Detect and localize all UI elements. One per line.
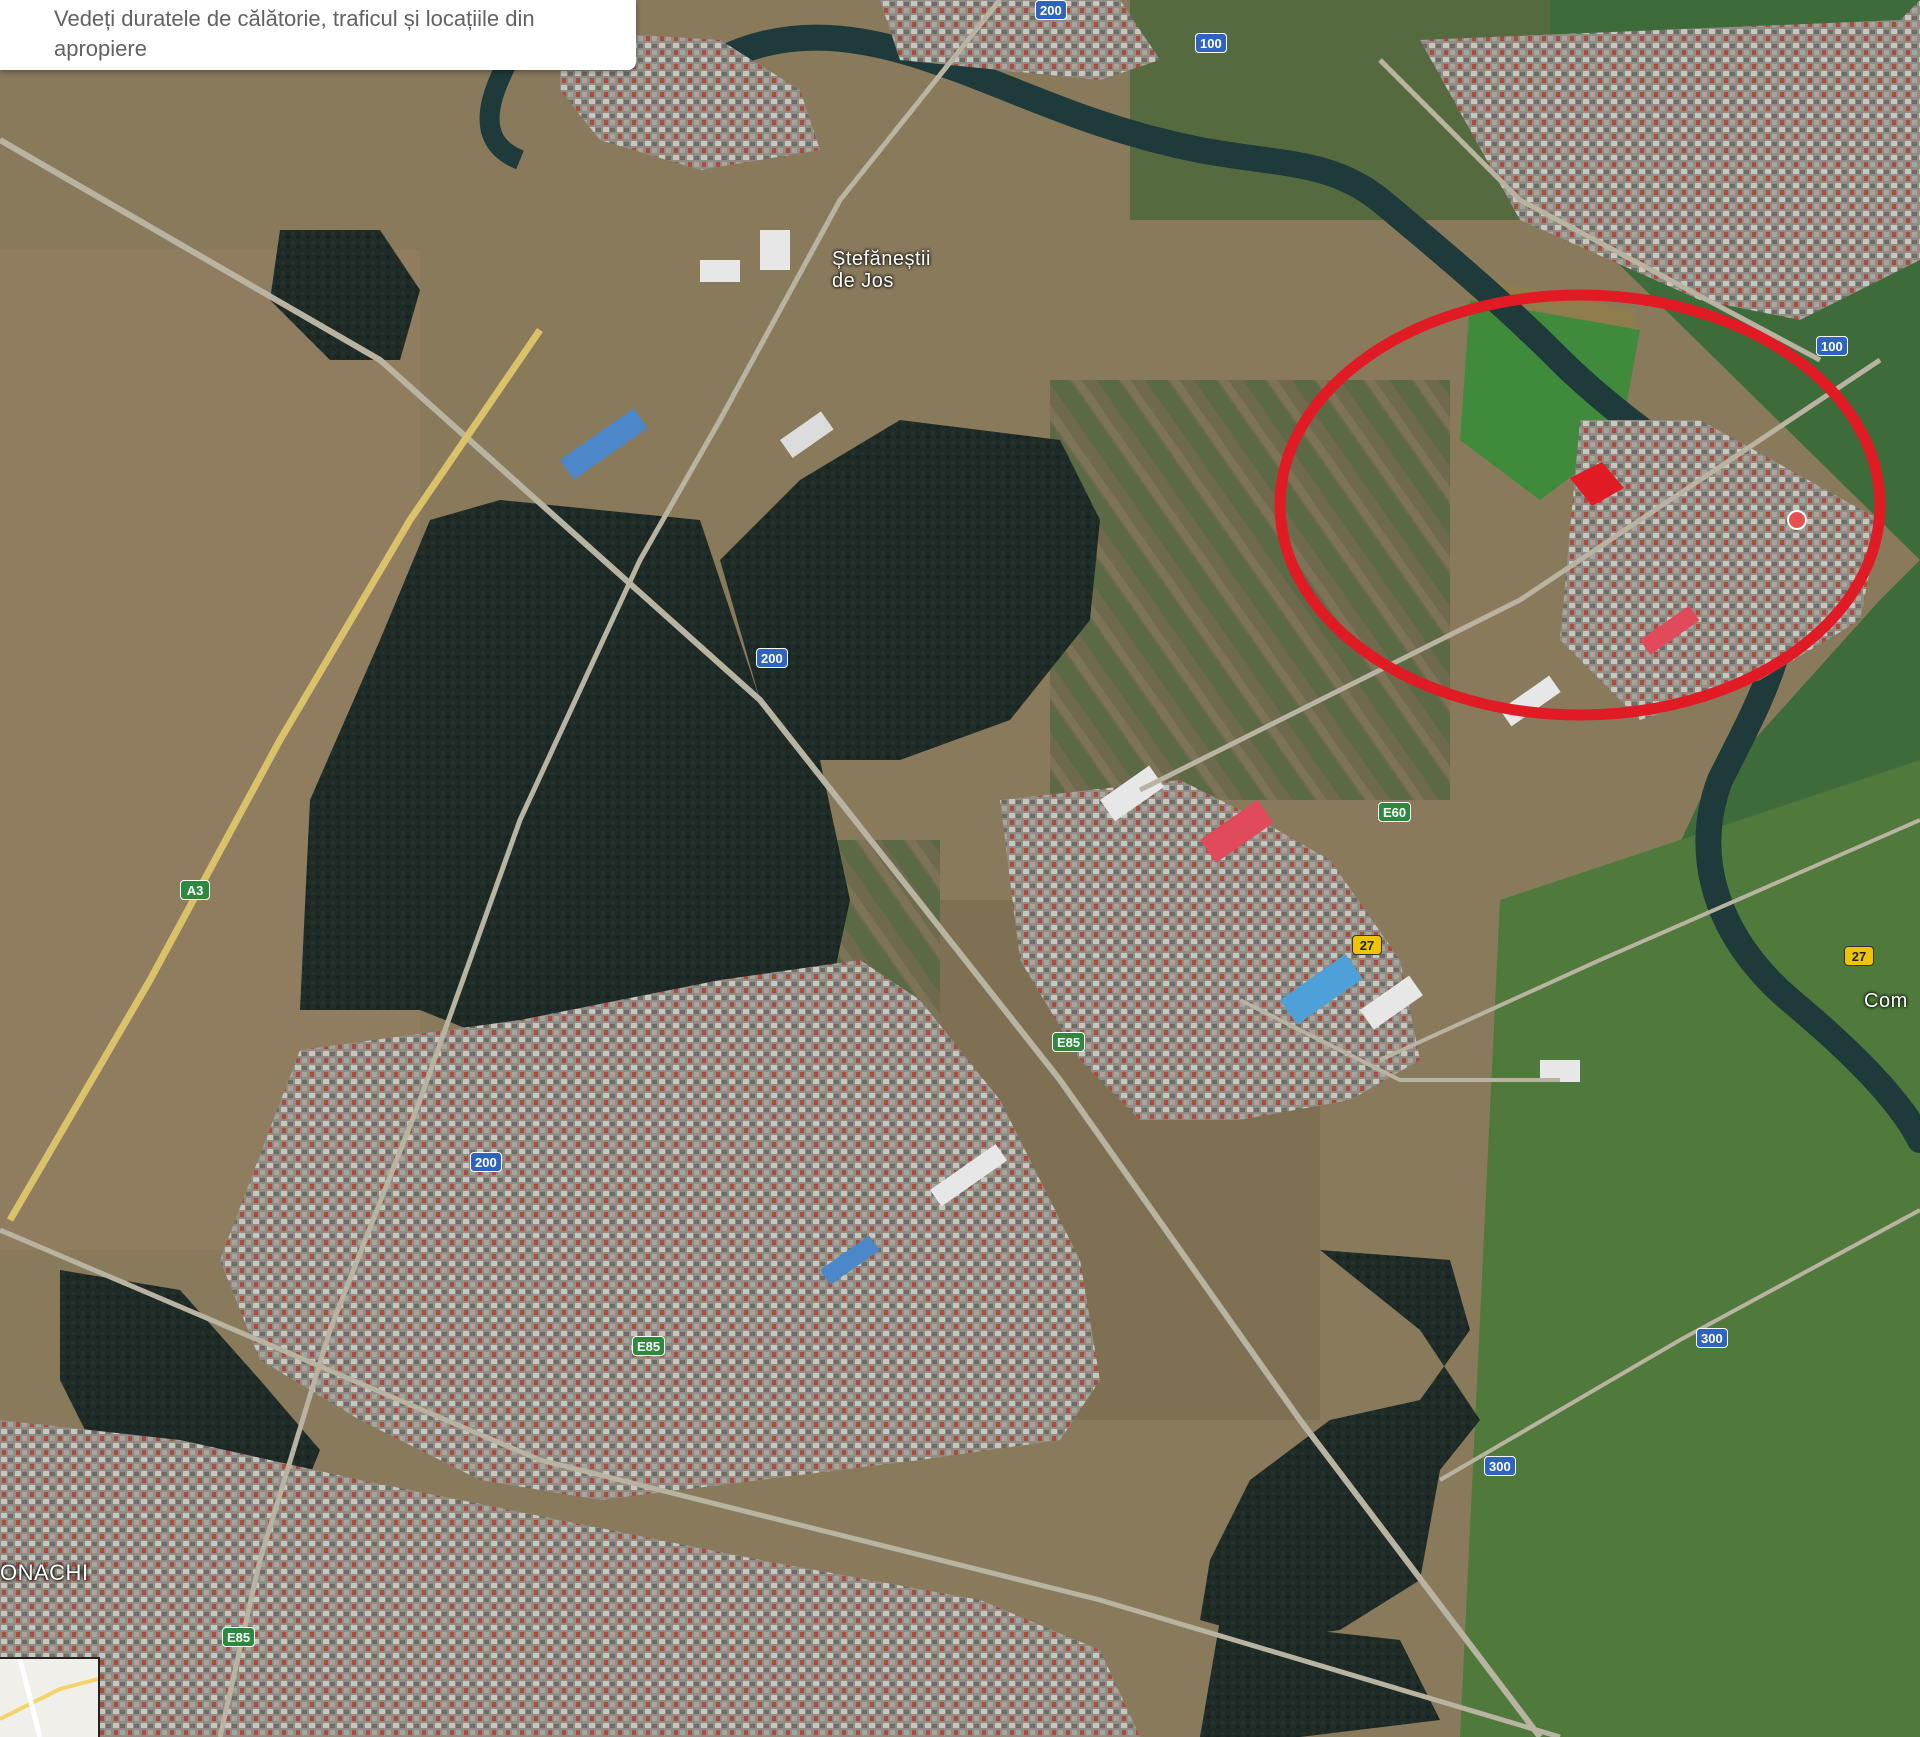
road-shield-200: 200 bbox=[470, 1152, 502, 1172]
satellite-imagery bbox=[0, 0, 1920, 1737]
place-label-com: Com bbox=[1864, 990, 1908, 1012]
road-shield-e85: E85 bbox=[632, 1336, 666, 1356]
road-shield-200: 200 bbox=[756, 648, 788, 668]
road-shield-a3: A3 bbox=[180, 880, 210, 900]
road-shield-27: 27 bbox=[1352, 935, 1382, 955]
road-shield-e85: E85 bbox=[222, 1627, 256, 1647]
layers-thumbnail-button[interactable] bbox=[0, 1657, 100, 1737]
road-shield-200: 200 bbox=[1035, 0, 1067, 20]
road-shield-e60: E60 bbox=[1378, 802, 1412, 822]
road-shield-e85: E85 bbox=[1052, 1032, 1086, 1052]
map-thumbnail-icon bbox=[0, 1658, 99, 1737]
place-label-onachi: ONACHI bbox=[0, 1560, 89, 1585]
tooltip-text: Vedeți duratele de călătorie, traficul ș… bbox=[54, 6, 535, 61]
place-label-stefanestii-de-jos: Ștefăneștii de Jos bbox=[832, 248, 931, 292]
road-shield-27: 27 bbox=[1844, 946, 1874, 966]
road-shield-100: 100 bbox=[1195, 33, 1227, 53]
tooltip-card: Vedeți duratele de călătorie, traficul ș… bbox=[0, 0, 636, 70]
map-pin-icon bbox=[1787, 510, 1807, 530]
road-shield-300: 300 bbox=[1696, 1328, 1728, 1348]
road-shield-300: 300 bbox=[1484, 1456, 1516, 1476]
road-shield-100: 100 bbox=[1816, 336, 1848, 356]
satellite-map[interactable]: 200 100 100 200 A3 E60 27 27 E85 200 E85… bbox=[0, 0, 1920, 1737]
